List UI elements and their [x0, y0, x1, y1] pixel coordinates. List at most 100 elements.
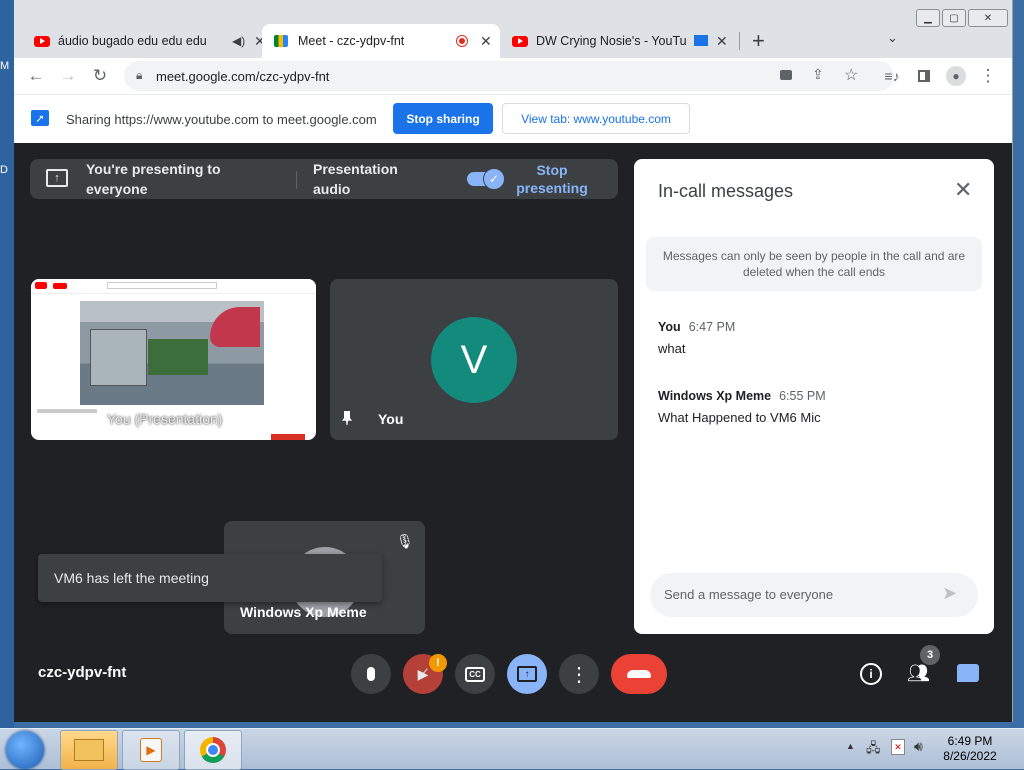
- volume-icon[interactable]: 🔊︎: [914, 738, 923, 755]
- minimize-button[interactable]: ▁: [916, 9, 940, 27]
- network-icon[interactable]: 🖧︎: [866, 739, 881, 761]
- show-hidden-icons-icon[interactable]: ▲: [846, 741, 855, 751]
- video-thumbnail: [80, 301, 264, 405]
- view-tab-button[interactable]: View tab: www.youtube.com: [502, 103, 690, 134]
- stop-sharing-button[interactable]: Stop sharing: [393, 103, 493, 134]
- new-tab-button[interactable]: +: [752, 28, 765, 54]
- leave-call-button[interactable]: [611, 654, 667, 694]
- system-clock[interactable]: 6:49 PM 8/26/2022: [930, 734, 1010, 764]
- pin-icon: [342, 411, 352, 425]
- tab-meet[interactable]: Meet - czc-ydpv-fnt ✕: [262, 24, 500, 58]
- media-control-icon[interactable]: ≡♪: [880, 64, 904, 88]
- clock-time: 6:49 PM: [947, 734, 993, 748]
- hang-up-icon: [627, 670, 651, 678]
- present-icon: ↑: [517, 666, 537, 682]
- profile-avatar-icon[interactable]: ●: [944, 64, 968, 88]
- presentation-tile[interactable]: You (Presentation): [31, 279, 316, 440]
- chat-icon[interactable]: [957, 664, 979, 682]
- presentation-audio-toggle[interactable]: ✓: [467, 168, 505, 190]
- mic-button[interactable]: [351, 654, 391, 694]
- tab-title: áudio bugado edu edu edu: [58, 34, 207, 48]
- forward-arrow-icon[interactable]: →: [56, 64, 80, 88]
- address-bar[interactable]: 🔒︎ meet.google.com/czc-ydpv-fnt ⇪ ☆: [124, 61, 894, 91]
- thumb-line: [37, 409, 97, 413]
- avatar-v: V: [431, 317, 517, 403]
- message-time: 6:47 PM: [688, 320, 736, 334]
- media-player-taskbar-button[interactable]: ▶: [122, 730, 180, 770]
- camera-alert-badge: !: [429, 654, 447, 672]
- presentation-audio-label-1: Presentation: [313, 161, 398, 177]
- chat-input-placeholder: Send a message to everyone: [664, 587, 834, 602]
- participants-count-badge: 3: [920, 645, 940, 665]
- chat-message-input[interactable]: Send a message to everyone ➤: [650, 573, 978, 617]
- windows-taskbar: ▶ ▲ 🖧︎ ✕ 🔊︎ 6:49 PM 8/26/2022: [0, 728, 1024, 770]
- xp-tile-name: Windows Xp Meme: [240, 604, 367, 620]
- youtube-icon: [512, 35, 528, 47]
- bookmark-star-icon[interactable]: ☆: [844, 65, 858, 85]
- more-vert-icon: ⋮: [569, 663, 589, 686]
- share-icon[interactable]: ⇪: [812, 66, 824, 83]
- google-meet-icon: [274, 35, 288, 47]
- lock-icon: 🔒︎: [136, 68, 143, 82]
- recording-icon: [456, 35, 468, 47]
- check-icon: ✓: [483, 168, 505, 190]
- tab-youtube-dw[interactable]: DW Crying Nosie's - YouTube ✕: [504, 24, 736, 58]
- mic-icon: [367, 667, 375, 681]
- presenting-bar: ↑ You're presenting to everyone Presenta…: [30, 159, 618, 199]
- chrome-taskbar-button[interactable]: [184, 730, 242, 770]
- tab-title: DW Crying Nosie's - YouTube: [536, 34, 686, 48]
- tab-divider: [739, 32, 740, 50]
- tab-youtube-audio[interactable]: áudio bugado edu edu edu ◀) ✕: [28, 24, 266, 58]
- thumb-subscribe: [271, 434, 305, 440]
- close-icon[interactable]: ✕: [954, 177, 972, 203]
- sharing-text: Sharing https://www.youtube.com to meet.…: [66, 112, 377, 127]
- browser-menu-icon[interactable]: ⋮: [976, 64, 1000, 88]
- explorer-taskbar-button[interactable]: [60, 730, 118, 770]
- media-player-icon: ▶: [140, 738, 162, 762]
- message-time: 6:55 PM: [779, 389, 826, 403]
- close-window-button[interactable]: ✕: [968, 9, 1008, 27]
- send-icon[interactable]: ➤: [942, 583, 957, 604]
- meeting-info-icon[interactable]: i: [860, 663, 882, 685]
- chat-notice: Messages can only be seen by people in t…: [646, 237, 982, 291]
- start-button[interactable]: [6, 731, 44, 769]
- tab-search-chevron-icon[interactable]: ⌄: [887, 30, 898, 46]
- yt-header-thumb: [31, 279, 316, 294]
- meet-stage: ↑ You're presenting to everyone Presenta…: [14, 143, 1012, 722]
- chrome-icon: [200, 737, 226, 763]
- close-tab-icon[interactable]: ✕: [716, 33, 728, 50]
- message-text: what: [658, 341, 686, 356]
- back-arrow-icon[interactable]: ←: [24, 64, 48, 88]
- message-sender: You 6:47 PM: [658, 320, 736, 334]
- maximize-button[interactable]: ▢: [942, 9, 966, 27]
- presentation-tile-label: You (Presentation): [107, 411, 223, 427]
- chat-panel-title: In-call messages: [658, 181, 794, 201]
- stop-presenting-button-line2[interactable]: presenting: [516, 178, 588, 198]
- chat-panel: In-call messages ✕ Messages can only be …: [634, 159, 994, 634]
- message-sender: Windows Xp Meme 6:55 PM: [658, 389, 826, 403]
- divider: [296, 171, 297, 189]
- more-options-button[interactable]: ⋮: [559, 654, 599, 694]
- close-tab-icon[interactable]: ✕: [480, 33, 492, 50]
- speaker-icon: ◀): [232, 34, 246, 48]
- tab-strip: ▁ ▢ ✕ áudio bugado edu edu edu ◀) ✕ Meet…: [14, 0, 1012, 58]
- present-button[interactable]: ↑: [507, 654, 547, 694]
- desktop-label-d: D: [0, 164, 8, 176]
- message-text: What Happened to VM6 Mic: [658, 410, 821, 425]
- captions-icon: CC: [465, 666, 485, 682]
- present-screen-icon: ↑: [46, 169, 68, 187]
- camera-off-icon: ▶̸: [417, 665, 429, 682]
- side-panel-icon[interactable]: [912, 64, 936, 88]
- camera-icon[interactable]: [780, 70, 792, 80]
- captions-button[interactable]: CC: [455, 654, 495, 694]
- action-center-icon[interactable]: ✕: [891, 739, 905, 755]
- screen-share-icon: ➚: [31, 110, 49, 126]
- presenting-text-2: everyone: [86, 181, 148, 197]
- desktop-edge: [0, 0, 14, 728]
- reload-icon[interactable]: ↻: [88, 64, 112, 88]
- people-icon[interactable]: 👥︎: [907, 663, 930, 684]
- desktop-label-m: M: [0, 60, 10, 72]
- participant-tile-you[interactable]: V You: [330, 279, 618, 440]
- stop-presenting-button[interactable]: Stop: [516, 160, 588, 180]
- browser-toolbar: ← → ↻ 🔒︎ meet.google.com/czc-ydpv-fnt ⇪ …: [14, 58, 1012, 94]
